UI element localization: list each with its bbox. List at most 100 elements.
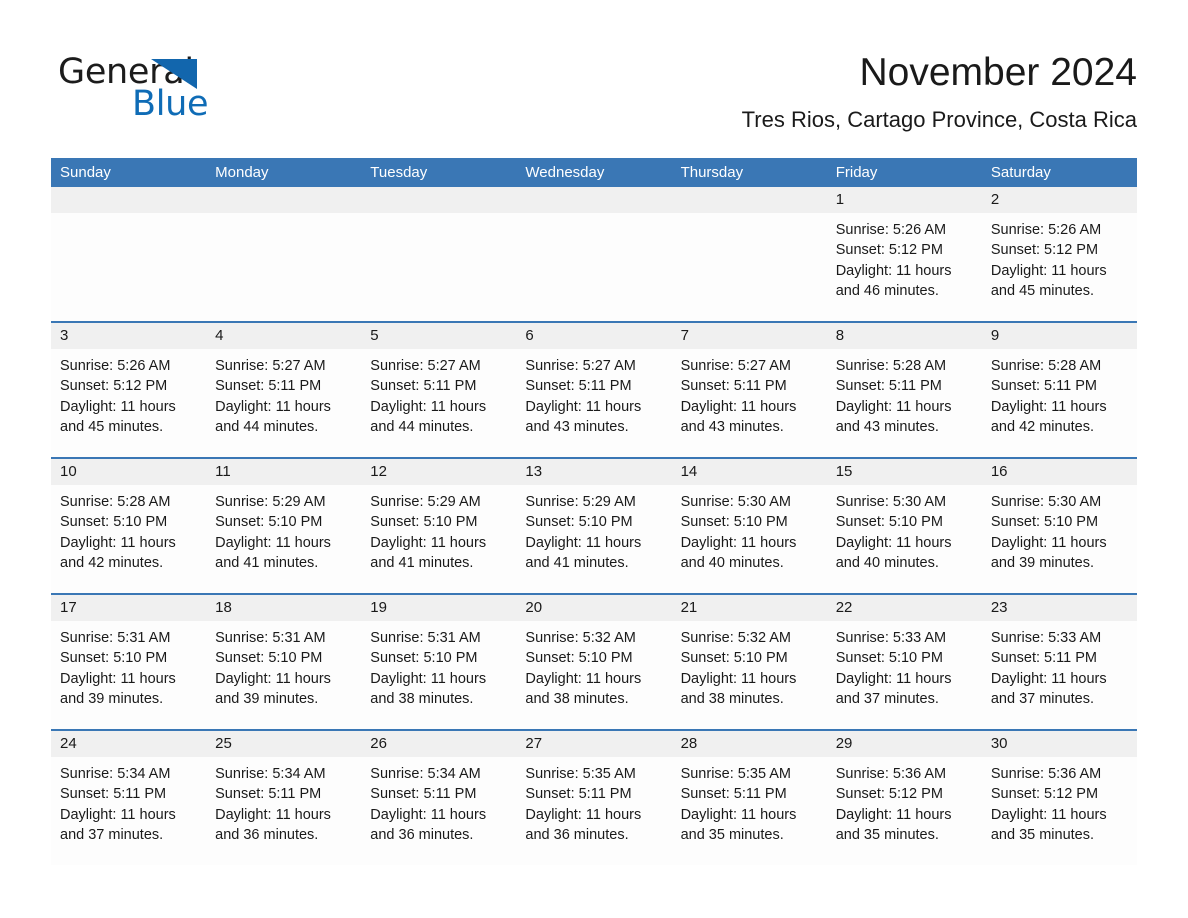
day-cell[interactable]: 25 Sunrise: 5:34 AM Sunset: 5:11 PM Dayligh… (206, 731, 362, 865)
day-cell[interactable]: 19 Sunrise: 5:31 AM Sunset: 5:10 PM Dayligh… (361, 595, 517, 729)
daylight-text: Daylight: 11 hours and 39 minutes. (215, 670, 331, 707)
daylight-text: Daylight: 11 hours and 35 minutes. (680, 806, 797, 843)
sunset-text: Sunset: 5:10 PM (215, 650, 323, 667)
day-number (516, 187, 672, 213)
day-details: Sunrise: 5:32 AM Sunset: 5:10 PM Daylight:… (516, 621, 672, 729)
day-cell[interactable]: 8 Sunrise: 5:28 AM Sunset: 5:11 PM Daylight… (826, 323, 982, 457)
daylight-text: Daylight: 11 hours and 45 minutes. (990, 262, 1107, 299)
daylight-text: Daylight: 11 hours and 38 minutes. (525, 670, 642, 707)
day-details: Sunrise: 5:35 AM Sunset: 5:11 PM Daylight:… (671, 757, 827, 865)
calendar-page: General Blue November 2024 Tres Rios, Ca… (0, 0, 1188, 918)
sunrise-text: Sunrise: 5:31 AM (370, 630, 481, 646)
day-cell[interactable]: 23 Sunrise: 5:33 AM Sunset: 5:11 PM Dayligh… (981, 595, 1137, 729)
sunrise-text: Sunrise: 5:35 AM (680, 766, 791, 782)
day-number: 15 (826, 459, 982, 485)
sunrise-text: Sunrise: 5:34 AM (215, 766, 326, 782)
weekday-header-wednesday: Wednesday (525, 164, 605, 181)
day-cell[interactable]: 13 Sunrise: 5:29 AM Sunset: 5:10 PM Dayligh… (516, 459, 672, 593)
day-cell[interactable]: 4 Sunrise: 5:27 AM Sunset: 5:11 PM Daylight… (206, 323, 362, 457)
day-cell[interactable]: 5 Sunrise: 5:27 AM Sunset: 5:11 PM Daylight… (361, 323, 517, 457)
day-cell[interactable]: 3 Sunrise: 5:26 AM Sunset: 5:12 PM Daylight… (51, 323, 207, 457)
day-cell[interactable]: 7 Sunrise: 5:27 AM Sunset: 5:11 PM Daylight… (671, 323, 827, 457)
day-cell[interactable]: 15 Sunrise: 5:30 AM Sunset: 5:10 PM Dayligh… (826, 459, 982, 593)
sunset-text: Sunset: 5:11 PM (215, 786, 322, 803)
week-days: 1 Sunrise: 5:26 AM Sunset: 5:12 PM Daylight… (51, 187, 1137, 321)
day-cell[interactable]: 27 Sunrise: 5:35 AM Sunset: 5:11 PM Dayligh… (516, 731, 672, 865)
sunrise-text: Sunrise: 5:34 AM (60, 766, 171, 782)
day-number: 22 (826, 595, 982, 621)
day-cell[interactable]: 1 Sunrise: 5:26 AM Sunset: 5:12 PM Daylight… (826, 187, 982, 321)
day-cell[interactable]: 2 Sunrise: 5:26 AM Sunset: 5:12 PM Daylight… (981, 187, 1137, 321)
sunrise-text: Sunrise: 5:30 AM (835, 494, 947, 510)
day-details: Sunrise: 5:34 AM Sunset: 5:11 PM Daylight:… (206, 757, 362, 865)
general-blue-logo: General Blue (58, 52, 238, 124)
day-details (51, 213, 207, 321)
day-number: 1 (826, 187, 982, 213)
day-cell[interactable]: 12 Sunrise: 5:29 AM Sunset: 5:10 PM Dayligh… (361, 459, 517, 593)
day-number: 30 (981, 731, 1137, 757)
day-number: 4 (206, 323, 362, 349)
sunrise-text: Sunrise: 5:28 AM (990, 358, 1102, 374)
day-details (671, 213, 827, 321)
day-number: 20 (516, 595, 672, 621)
day-cell[interactable]: 26 Sunrise: 5:34 AM Sunset: 5:11 PM Dayligh… (361, 731, 517, 865)
calendar-week-row: 10 Sunrise: 5:28 AM Sunset: 5:10 PM Dayligh… (51, 457, 1137, 593)
daylight-text: Daylight: 11 hours and 43 minutes. (680, 398, 797, 435)
day-cell[interactable]: 9 Sunrise: 5:28 AM Sunset: 5:11 PM Daylight… (981, 323, 1137, 457)
day-details: Sunrise: 5:29 AM Sunset: 5:10 PM Daylight:… (206, 485, 362, 593)
day-cell[interactable]: 10 Sunrise: 5:28 AM Sunset: 5:10 PM Dayligh… (51, 459, 207, 593)
day-number: 10 (51, 459, 207, 485)
day-cell[interactable]: 6 Sunrise: 5:27 AM Sunset: 5:11 PM Daylight… (516, 323, 672, 457)
day-number: 13 (516, 459, 672, 485)
day-cell[interactable]: 18 Sunrise: 5:31 AM Sunset: 5:10 PM Dayligh… (206, 595, 362, 729)
day-details: Sunrise: 5:35 AM Sunset: 5:11 PM Daylight:… (516, 757, 672, 865)
sunset-text: Sunset: 5:11 PM (370, 786, 477, 803)
daylight-text: Daylight: 11 hours and 37 minutes. (990, 670, 1107, 707)
day-cell[interactable]: 21 Sunrise: 5:32 AM Sunset: 5:10 PM Dayligh… (671, 595, 827, 729)
sunrise-text: Sunrise: 5:28 AM (835, 358, 947, 374)
day-number: 11 (206, 459, 362, 485)
weekday-header-monday: Monday (215, 164, 269, 181)
sunset-text: Sunset: 5:11 PM (680, 378, 787, 395)
weekday-header-friday: Friday (835, 164, 878, 181)
day-number: 27 (516, 731, 672, 757)
sunrise-text: Sunrise: 5:36 AM (990, 766, 1102, 782)
day-cell-empty (361, 187, 517, 321)
week-days: 3 Sunrise: 5:26 AM Sunset: 5:12 PM Daylight… (51, 323, 1137, 457)
sunset-text: Sunset: 5:10 PM (525, 514, 633, 531)
day-details (361, 213, 517, 321)
sunset-text: Sunset: 5:12 PM (990, 242, 1099, 259)
sunset-text: Sunset: 5:12 PM (60, 378, 168, 395)
day-cell[interactable]: 28 Sunrise: 5:35 AM Sunset: 5:11 PM Dayligh… (671, 731, 827, 865)
sunset-text: Sunset: 5:10 PM (60, 650, 168, 667)
page-subtitle: Tres Rios, Cartago Province, Costa Rica (741, 107, 1137, 132)
day-cell[interactable]: 22 Sunrise: 5:33 AM Sunset: 5:10 PM Dayligh… (826, 595, 982, 729)
day-details: Sunrise: 5:27 AM Sunset: 5:11 PM Daylight:… (671, 349, 827, 457)
sunrise-text: Sunrise: 5:36 AM (835, 766, 947, 782)
day-cell[interactable]: 16 Sunrise: 5:30 AM Sunset: 5:10 PM Dayligh… (981, 459, 1137, 593)
sunrise-text: Sunrise: 5:30 AM (680, 494, 791, 510)
day-cell[interactable]: 29 Sunrise: 5:36 AM Sunset: 5:12 PM Dayligh… (826, 731, 982, 865)
day-cell[interactable]: 17 Sunrise: 5:31 AM Sunset: 5:10 PM Dayligh… (51, 595, 207, 729)
sunrise-text: Sunrise: 5:27 AM (215, 358, 326, 374)
day-details: Sunrise: 5:31 AM Sunset: 5:10 PM Daylight:… (51, 621, 207, 729)
weekday-header-thursday: Thursday (680, 164, 744, 181)
day-cell[interactable]: 24 Sunrise: 5:34 AM Sunset: 5:11 PM Dayligh… (51, 731, 207, 865)
sunset-text: Sunset: 5:11 PM (680, 786, 787, 803)
day-number (206, 187, 362, 213)
sunrise-text: Sunrise: 5:29 AM (525, 494, 636, 510)
daylight-text: Daylight: 11 hours and 35 minutes. (990, 806, 1107, 843)
sunrise-text: Sunrise: 5:30 AM (990, 494, 1102, 510)
daylight-text: Daylight: 11 hours and 38 minutes. (370, 670, 487, 707)
day-number: 21 (671, 595, 827, 621)
day-cell[interactable]: 20 Sunrise: 5:32 AM Sunset: 5:10 PM Dayligh… (516, 595, 672, 729)
sunset-text: Sunset: 5:10 PM (835, 650, 943, 667)
day-cell[interactable]: 30 Sunrise: 5:36 AM Sunset: 5:12 PM Dayligh… (981, 731, 1137, 865)
day-cell[interactable]: 11 Sunrise: 5:29 AM Sunset: 5:10 PM Dayligh… (206, 459, 362, 593)
day-cell[interactable]: 14 Sunrise: 5:30 AM Sunset: 5:10 PM Dayligh… (671, 459, 827, 593)
weekday-header-row: Sunday Monday Tuesday Wednesday Thursday… (51, 158, 1137, 187)
day-details: Sunrise: 5:28 AM Sunset: 5:10 PM Daylight:… (51, 485, 207, 593)
day-number: 2 (981, 187, 1137, 213)
sunset-text: Sunset: 5:10 PM (680, 650, 788, 667)
day-number: 12 (361, 459, 517, 485)
